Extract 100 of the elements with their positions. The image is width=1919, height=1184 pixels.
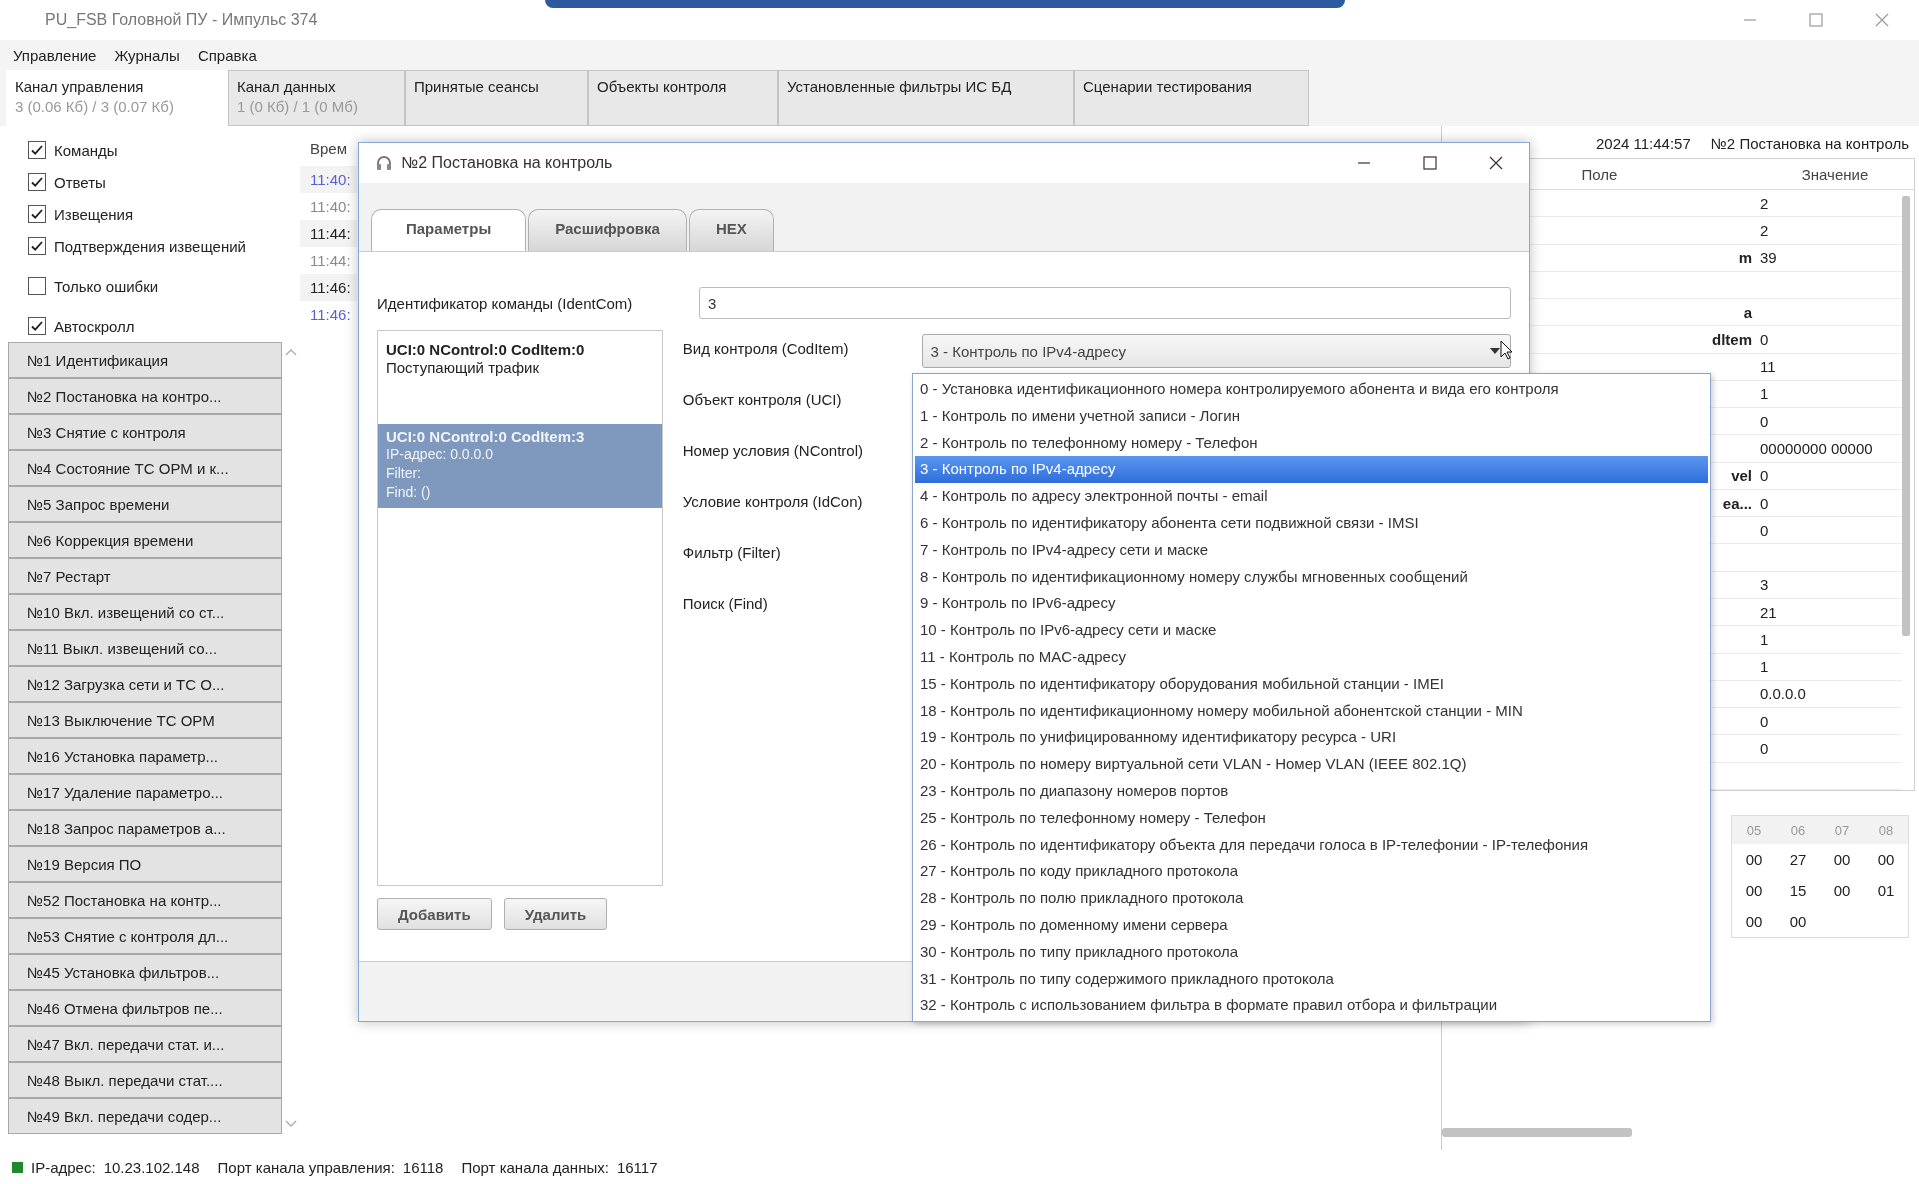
dropdown-option[interactable]: 3 - Контроль по IPv4-адресу	[915, 456, 1708, 484]
condition-detail: Filter:	[386, 464, 422, 483]
command-button[interactable]: №1 Идентификация	[8, 342, 282, 378]
command-button[interactable]: №7 Рестарт	[8, 558, 282, 594]
field-value: 0.0.0.0	[1760, 685, 1806, 703]
dropdown-option[interactable]: 11 - Контроль по MAC-адресу	[915, 643, 1708, 671]
tab[interactable]: Канал данных 1 (0 Кб) / 1 (0 Мб)	[228, 70, 405, 126]
condition-item[interactable]: UCI:0 NControl:0 CodItem:0 Поступающий трафик	[378, 337, 662, 384]
checkbox[interactable]	[28, 173, 46, 191]
tab[interactable]: Установленные фильтры ИС БД	[778, 70, 1074, 126]
dropdown-option[interactable]: 27 - Контроль по коду прикладного протокола	[915, 858, 1708, 886]
scrollbar-thumb[interactable]	[1902, 196, 1910, 636]
tab[interactable]: Сценарии тестирования	[1074, 70, 1309, 126]
status-value: 16117	[616, 1158, 658, 1176]
field-value: 0	[1760, 330, 1769, 348]
command-button[interactable]: №6 Коррекция времени	[8, 522, 282, 558]
field-value: 00000000 00000	[1760, 440, 1873, 457]
command-button[interactable]: №18 Запрос параметров а...	[8, 810, 282, 846]
dropdown-option[interactable]: 18 - Контроль по идентификационному номеру мобильной абонентской станции - MIN	[915, 697, 1708, 725]
checkbox[interactable]	[28, 237, 46, 255]
status-label: IP-адрес:	[31, 1158, 96, 1176]
dropdown-option[interactable]: 25 - Контроль по телефонному номеру - Телефон	[915, 804, 1708, 832]
dropdown-option[interactable]: 20 - Контроль по номеру виртуальной сети VLAN - Номер VLAN (IEEE 802.1Q)	[915, 751, 1708, 778]
command-button[interactable]: №47 Вкл. передачи стат. и...	[8, 1026, 282, 1062]
menu-item[interactable]: Справка	[197, 46, 257, 64]
hex-byte: 00	[1877, 851, 1895, 868]
dropdown-option[interactable]: 7 - Контроль по IPv4-адресу сети и маске	[915, 536, 1708, 564]
dropdown-option[interactable]: 30 - Контроль по типу прикладного протокола	[915, 938, 1708, 966]
scroll-up-icon[interactable]	[285, 348, 297, 356]
field-value: 2	[1760, 194, 1769, 212]
scrollbar-thumb[interactable]	[1442, 1128, 1632, 1137]
tab[interactable]: Принятые сеансы	[405, 70, 588, 126]
dropdown-option[interactable]: 2 - Контроль по телефонному номеру - Телефон	[915, 429, 1708, 457]
dropdown-option[interactable]: 6 - Контроль по идентификатору абонента сети подвижной связи - IMSI	[915, 510, 1708, 537]
tab[interactable]: HEX	[688, 209, 774, 251]
field-name: a	[1743, 303, 1752, 321]
tab[interactable]: Объекты контроля	[588, 70, 778, 126]
command-button[interactable]: №2 Постановка на контро...	[8, 378, 282, 414]
checkbox[interactable]	[28, 141, 46, 159]
log-time[interactable]: 11:44:	[300, 220, 357, 247]
command-button[interactable]: №49 Вкл. передачи содер...	[8, 1098, 282, 1134]
hex-byte: 00	[1745, 882, 1763, 899]
dropdown-option[interactable]: 28 - Контроль по полю прикладного протокола	[915, 885, 1708, 912]
command-button[interactable]: №5 Запрос времени	[8, 486, 282, 522]
field-label: Номер условия (NControl)	[682, 442, 864, 461]
tab[interactable]: Параметры	[371, 209, 527, 251]
checkbox[interactable]	[28, 205, 46, 223]
dropdown-option[interactable]: 10 - Контроль по IPv6-адресу сети и маске	[915, 617, 1708, 644]
menu-item[interactable]: Управление	[13, 46, 97, 64]
log-time[interactable]: 11:46:	[300, 274, 357, 301]
checkbox[interactable]	[28, 277, 46, 295]
command-button[interactable]: №17 Удаление параметро...	[8, 774, 282, 810]
dropdown-option[interactable]: 32 - Контроль с использованием фильтра в формате правил отбора и фильтрации	[915, 992, 1708, 1020]
field-value: 1	[1760, 658, 1769, 676]
menu-item[interactable]: Журналы	[114, 46, 180, 64]
dropdown-option[interactable]: 9 - Контроль по IPv6-адресу	[915, 590, 1708, 618]
command-button[interactable]: №10 Вкл. извещений со ст...	[8, 594, 282, 630]
tab[interactable]: Канал управления 3 (0.06 Кб) / 3 (0.07 Кб)	[6, 70, 228, 126]
scroll-down-icon[interactable]	[285, 1120, 297, 1128]
tab[interactable]: Расшифровка	[528, 209, 687, 251]
dropdown-option[interactable]: 19 - Контроль по унифицированному идентификатору ресурса - URI	[915, 724, 1708, 752]
command-button[interactable]: №48 Выкл. передачи стат....	[8, 1062, 282, 1098]
command-button[interactable]: №3 Снятие с контроля	[8, 414, 282, 450]
command-button[interactable]: №45 Установка фильтров...	[8, 954, 282, 990]
dropdown-option[interactable]: 0 - Установка идентификационного номера контролируемого абонента и вида его контроля	[915, 376, 1708, 403]
condition-header: UCI:0 NControl:0 CodItem:3	[386, 428, 586, 445]
action-button[interactable]: Добавить	[377, 898, 492, 930]
command-button[interactable]: №52 Постановка на контр...	[8, 882, 282, 918]
command-button[interactable]: №53 Снятие с контроля дл...	[8, 918, 282, 954]
command-button[interactable]: №13 Выключение ТС ОРМ	[8, 702, 282, 738]
hex-byte: 00	[1745, 913, 1763, 930]
field-label: Поиск (Find)	[682, 595, 769, 614]
status-value: 16118	[402, 1158, 444, 1176]
column-header: 06	[1789, 822, 1807, 838]
dropdown-option[interactable]: 23 - Контроль по диапазону номеров портов	[915, 777, 1708, 805]
checkbox-label: Извещения	[54, 205, 134, 223]
command-button[interactable]: №19 Версия ПО	[8, 846, 282, 882]
command-button[interactable]: №12 Загрузка сети и ТС О...	[8, 666, 282, 702]
dropdown-option[interactable]: 15 - Контроль по идентификатору оборудования мобильной станции - IMEI	[915, 670, 1708, 698]
column-header: Врем	[309, 140, 347, 159]
action-button[interactable]: Удалить	[503, 898, 608, 930]
log-time[interactable]: 11:46:	[300, 301, 357, 328]
dropdown-option[interactable]: 8 - Контроль по идентификационному номеру службы мгновенных сообщений	[915, 563, 1708, 591]
command-button[interactable]: №11 Выкл. извещений со...	[8, 630, 282, 666]
checkbox[interactable]	[28, 317, 46, 335]
command-button[interactable]: №16 Установка параметр...	[8, 738, 282, 774]
field-value: 0	[1760, 521, 1769, 539]
command-button[interactable]: №4 Состояние ТС ОРМ и к...	[8, 450, 282, 486]
dropdown-option[interactable]: 31 - Контроль по типу содержимого прикладного протокола	[915, 965, 1708, 993]
dropdown[interactable]: 3 - Контроль по IPv4-адресу	[921, 334, 1511, 368]
input-field[interactable]: 3	[699, 287, 1511, 319]
field-value: 0	[1760, 494, 1769, 512]
command-button[interactable]: №46 Отмена фильтров пе...	[8, 990, 282, 1026]
dropdown-option[interactable]: 29 - Контроль по доменному имени сервера	[915, 911, 1708, 939]
dropdown-option[interactable]: 1 - Контроль по имени учетной записи - Логин	[915, 402, 1708, 430]
dropdown-option[interactable]: 4 - Контроль по адресу электронной почты - email	[915, 483, 1708, 510]
close-icon[interactable]	[1489, 156, 1503, 170]
maximize-icon[interactable]	[1423, 156, 1437, 170]
dropdown-option[interactable]: 26 - Контроль по идентификатору объекта для передачи голоса в IP-телефонии - IP-телефония	[915, 831, 1708, 859]
log-time[interactable]: 11:40:	[300, 166, 357, 193]
